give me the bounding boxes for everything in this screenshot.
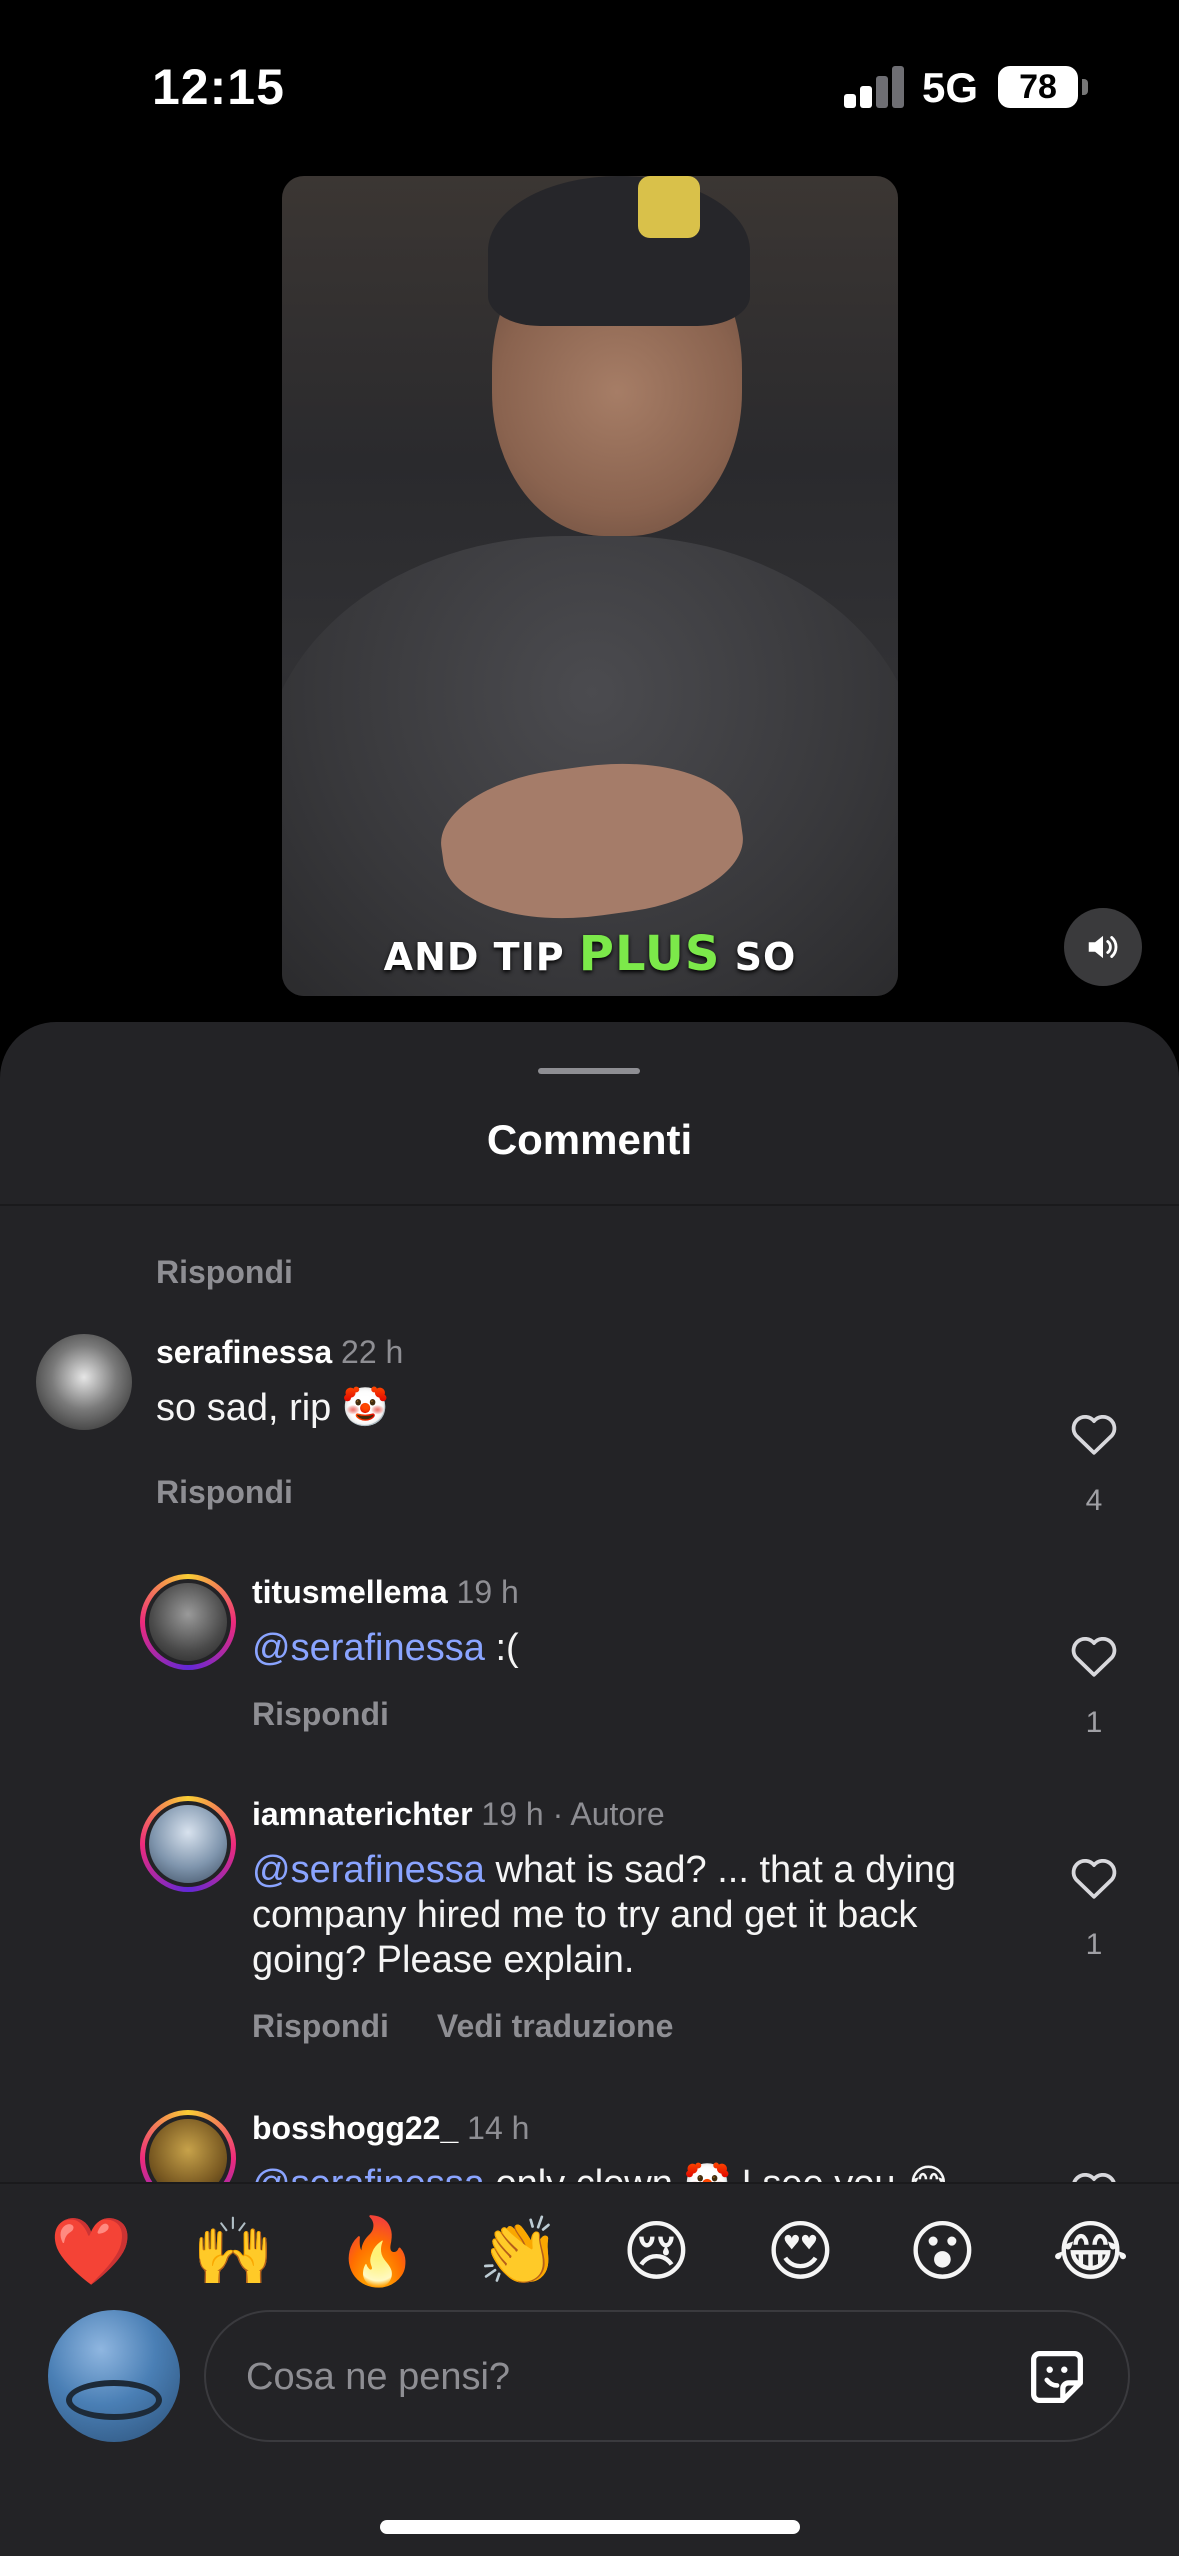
comment-input-placeholder: Cosa ne pensi? [246, 2356, 511, 2398]
battery-icon: 78 [998, 66, 1088, 108]
home-indicator[interactable] [380, 2520, 800, 2534]
like-button[interactable]: 4 [1064, 1410, 1124, 1518]
video-caption: AND TIP PLUS SO [383, 926, 797, 982]
comment-username[interactable]: titusmellema [252, 1574, 448, 1610]
status-bar: 12:15 5G 78 [0, 0, 1179, 170]
comment-actions: Rispondi Vedi traduzione [252, 2008, 673, 2045]
heart-icon [1072, 2172, 1116, 2182]
like-button[interactable]: 1 [1064, 1632, 1124, 1740]
sheet-grabber[interactable] [538, 1068, 640, 1074]
mention-link[interactable]: @serafinessa [252, 2163, 485, 2182]
comment-text: @serafinessa only clown 🤡 I see you 😂 [252, 2162, 1032, 2182]
bike-icon [66, 2380, 162, 2420]
reply-button[interactable]: Rispondi [252, 1696, 389, 1732]
emoji-laughing-button[interactable]: 😂 [1052, 2214, 1129, 2290]
emoji-crying-button[interactable]: 😢 [622, 2214, 691, 2290]
emoji-fire-button[interactable]: 🔥 [336, 2214, 418, 2290]
comment-time: 19 h [456, 1574, 519, 1610]
mention-link[interactable]: @serafinessa [252, 1627, 485, 1669]
see-translation-button[interactable]: Vedi traduzione [437, 2008, 673, 2044]
comment-time: 22 h [341, 1334, 404, 1370]
emoji-surprised-button[interactable]: 😮 [908, 2214, 977, 2290]
network-type: 5G [922, 64, 979, 111]
emoji-clap-button[interactable]: 👏 [478, 2214, 560, 2290]
comment-actions: Rispondi [252, 1696, 389, 1733]
comment-time: 19 h · Autore [481, 1796, 665, 1832]
comment-meta: iamnaterichter 19 h · Autore [252, 1796, 665, 1833]
like-count: 1 [1085, 1706, 1103, 1739]
heart-icon [1071, 1414, 1117, 1455]
avatar[interactable] [140, 2110, 236, 2182]
comment-time: 14 h [467, 2110, 530, 2146]
emoji-heart-eyes-button[interactable]: 😍 [766, 2214, 835, 2290]
avatar[interactable] [140, 1574, 236, 1670]
video-frame-beanie [488, 176, 750, 326]
avatar[interactable] [36, 1334, 132, 1430]
sticker-icon [1031, 2351, 1083, 2403]
comment-username[interactable]: serafinessa [156, 1334, 332, 1370]
comment-text: so sad, rip 🤡 [156, 1387, 390, 1429]
comments-list[interactable]: Rispondi serafinessa 22 h so sad, rip 🤡 … [0, 1206, 1179, 2182]
sound-toggle-button[interactable] [1064, 908, 1142, 986]
comment-username[interactable]: iamnaterichter [252, 1796, 473, 1832]
emoji-quick-bar: ❤️ 🙌 🔥 👏 😢 😍 😮 😂 [0, 2182, 1179, 2316]
comment-meta: serafinessa 22 h [156, 1334, 403, 1371]
like-count: 1 [1085, 1928, 1103, 1961]
comment-text: @serafinessa :( [252, 1627, 519, 1669]
comment-text: @serafinessa what is sad? ... that a dyi… [252, 1849, 956, 1981]
sheet-title: Commenti [486, 1116, 693, 1163]
mention-link[interactable]: @serafinessa [252, 1849, 485, 1891]
like-button[interactable]: 1 [1064, 1854, 1124, 1962]
reply-button[interactable]: Rispondi [156, 1474, 293, 1510]
status-time: 12:15 [152, 59, 285, 115]
battery-level: 78 [1019, 68, 1057, 106]
sticker-button[interactable] [1022, 2342, 1092, 2412]
comments-sheet: Commenti Rispondi serafinessa 22 h so sa… [0, 1022, 1179, 2556]
video-frame-badge [638, 176, 700, 238]
avatar[interactable] [140, 1796, 236, 1892]
my-avatar [48, 2310, 180, 2442]
cellular-signal-icon [844, 66, 906, 108]
reply-button[interactable]: Rispondi [252, 2008, 389, 2044]
heart-icon [1071, 1636, 1117, 1677]
like-count: 4 [1085, 1484, 1103, 1517]
comment-username[interactable]: bosshogg22_ [252, 2110, 458, 2146]
caption-highlight: PLUS [578, 926, 721, 982]
like-button[interactable] [1064, 2168, 1124, 2182]
comment-meta: bosshogg22_ 14 h [252, 2110, 529, 2147]
speaker-icon [1088, 935, 1118, 959]
emoji-raising-hands-button[interactable]: 🙌 [192, 2214, 274, 2290]
comment-meta: titusmellema 19 h [252, 1574, 519, 1611]
emoji-heart-button[interactable]: ❤️ [50, 2214, 132, 2290]
reply-button[interactable]: Rispondi [156, 1254, 293, 1291]
comment-input[interactable]: Cosa ne pensi? [204, 2310, 1130, 2442]
video-player[interactable]: AND TIP PLUS SO [282, 176, 898, 996]
heart-icon [1071, 1858, 1117, 1899]
comment-actions: Rispondi [156, 1474, 293, 1511]
